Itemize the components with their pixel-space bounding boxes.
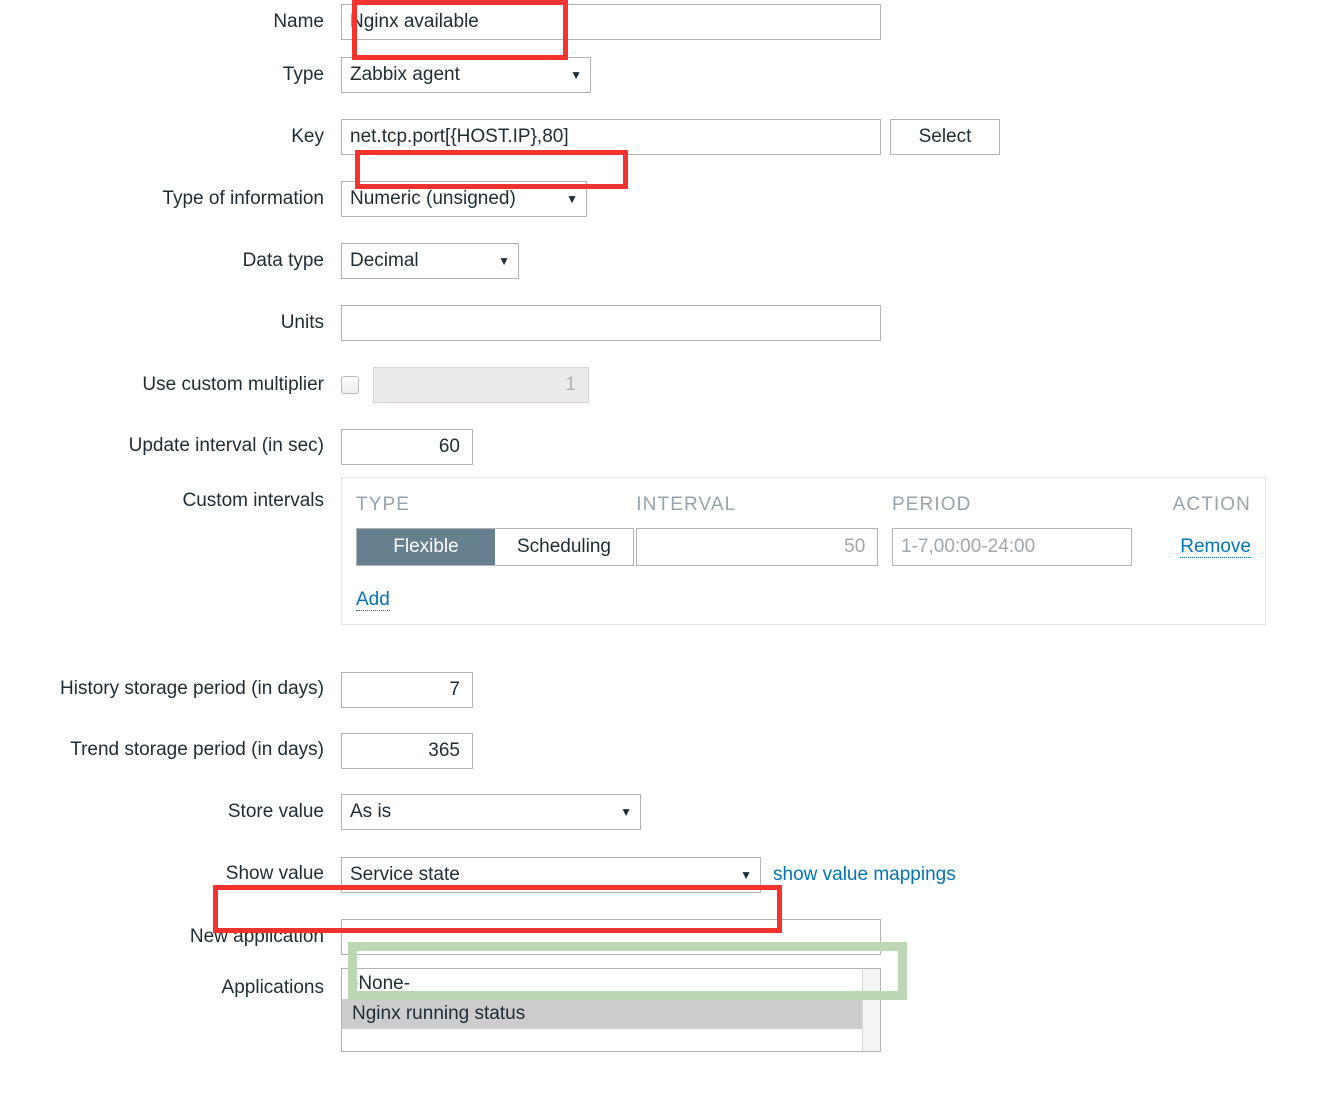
label-use-custom-multiplier: Use custom multiplier [142, 373, 324, 395]
chevron-down-icon: ▼ [566, 192, 578, 206]
use-custom-multiplier-checkbox[interactable] [341, 376, 359, 394]
trend-storage-period-input[interactable]: 365 [341, 732, 473, 769]
units-input[interactable] [341, 305, 881, 341]
interval-type-flexible-option[interactable]: Flexible [357, 529, 495, 565]
label-key: Key [291, 125, 324, 147]
form-row-type-of-information: Type of information Numeric (unsigned) ▼ [0, 168, 1338, 230]
show-value-mappings-link[interactable]: show value mappings [773, 864, 956, 886]
form-row-type: Type Zabbix agent ▼ [0, 44, 1338, 106]
interval-type-scheduling-option[interactable]: Scheduling [495, 529, 633, 565]
form-row-custom-intervals: Custom intervals TYPE INTERVAL PERIOD AC… [0, 477, 1338, 659]
label-store-value: Store value [227, 800, 324, 822]
label-show-value: Show value [225, 863, 324, 885]
form-row-use-custom-multiplier: Use custom multiplier 1 [0, 354, 1338, 416]
item-configuration-form: Name Nginx available Type Zabbix agent ▼… [0, 0, 1338, 1052]
custom-interval-row: Flexible Scheduling 50 1-7,00:00-24:00 R… [356, 528, 1251, 566]
show-value-select-value: Service state [350, 863, 460, 885]
update-interval-input[interactable]: 60 [341, 428, 473, 465]
custom-intervals-table: TYPE INTERVAL PERIOD ACTION Flexible Sch… [341, 477, 1266, 625]
form-row-store-value: Store value As is ▼ [0, 781, 1338, 843]
label-name: Name [273, 10, 324, 32]
store-value-select[interactable]: As is ▼ [341, 794, 641, 830]
interval-value-cell: 50 [636, 528, 892, 566]
applications-listbox[interactable]: -None- Nginx running status [341, 968, 881, 1052]
custom-intervals-header-row: TYPE INTERVAL PERIOD ACTION [356, 494, 1251, 528]
form-row-new-application: New application [0, 906, 1338, 968]
form-row-name: Name Nginx available [0, 0, 1338, 44]
custom-intervals-add-row: Add [356, 566, 1251, 611]
interval-action-cell: Remove [1143, 536, 1251, 558]
form-row-applications: Applications -None- Nginx running status [0, 968, 1338, 1052]
form-row-show-value: Show value Service state ▼ show value ma… [0, 843, 1338, 906]
label-new-application: New application [189, 925, 324, 947]
form-row-key: Key net.tcp.port[{HOST.IP},80] Select [0, 106, 1338, 168]
chevron-down-icon: ▼ [620, 805, 632, 819]
key-input[interactable]: net.tcp.port[{HOST.IP},80] [341, 119, 881, 155]
label-type: Type [282, 63, 324, 85]
name-input[interactable]: Nginx available [341, 4, 881, 40]
type-select[interactable]: Zabbix agent ▼ [341, 57, 591, 93]
label-history-storage-period: History storage period (in days) [60, 678, 324, 700]
form-row-history-storage-period: History storage period (in days) 7 [0, 659, 1338, 720]
application-option-selected[interactable]: Nginx running status [342, 999, 880, 1029]
application-option-none[interactable]: -None- [342, 969, 880, 999]
add-interval-link[interactable]: Add [356, 589, 390, 611]
column-header-interval: INTERVAL [636, 494, 737, 515]
show-value-select[interactable]: Service state ▼ [341, 856, 761, 893]
interval-period-cell: 1-7,00:00-24:00 [892, 528, 1143, 566]
type-of-information-select-value: Numeric (unsigned) [350, 188, 516, 209]
custom-multiplier-input[interactable]: 1 [373, 367, 589, 403]
chevron-down-icon: ▼ [570, 68, 582, 82]
column-header-type: TYPE [356, 494, 411, 515]
remove-interval-link[interactable]: Remove [1180, 536, 1251, 558]
type-of-information-select[interactable]: Numeric (unsigned) ▼ [341, 181, 587, 217]
label-custom-intervals: Custom intervals [182, 490, 325, 511]
interval-input[interactable]: 50 [636, 528, 879, 566]
label-type-of-information: Type of information [162, 187, 324, 209]
column-header-period: PERIOD [892, 494, 972, 515]
new-application-input[interactable] [341, 919, 881, 955]
chevron-down-icon: ▼ [498, 254, 510, 268]
data-type-select-value: Decimal [350, 250, 419, 271]
label-data-type: Data type [242, 249, 324, 271]
column-header-action: ACTION [1172, 494, 1251, 515]
label-trend-storage-period: Trend storage period (in days) [70, 739, 324, 761]
data-type-select[interactable]: Decimal ▼ [341, 243, 519, 279]
form-row-units: Units [0, 292, 1338, 354]
form-row-trend-storage-period: Trend storage period (in days) 365 [0, 720, 1338, 781]
key-select-button[interactable]: Select [890, 119, 1000, 155]
chevron-down-icon: ▼ [740, 867, 752, 882]
applications-scrollbar[interactable] [862, 969, 880, 1051]
period-input[interactable]: 1-7,00:00-24:00 [892, 528, 1133, 566]
label-applications: Applications [221, 977, 324, 998]
label-units: Units [280, 311, 324, 333]
store-value-select-value: As is [350, 801, 392, 822]
history-storage-period-input[interactable]: 7 [341, 671, 473, 708]
form-row-update-interval: Update interval (in sec) 60 [0, 416, 1338, 477]
form-row-data-type: Data type Decimal ▼ [0, 230, 1338, 292]
type-select-value: Zabbix agent [350, 64, 460, 85]
interval-type-toggle-group: Flexible Scheduling [356, 528, 636, 566]
label-update-interval: Update interval (in sec) [128, 435, 324, 457]
